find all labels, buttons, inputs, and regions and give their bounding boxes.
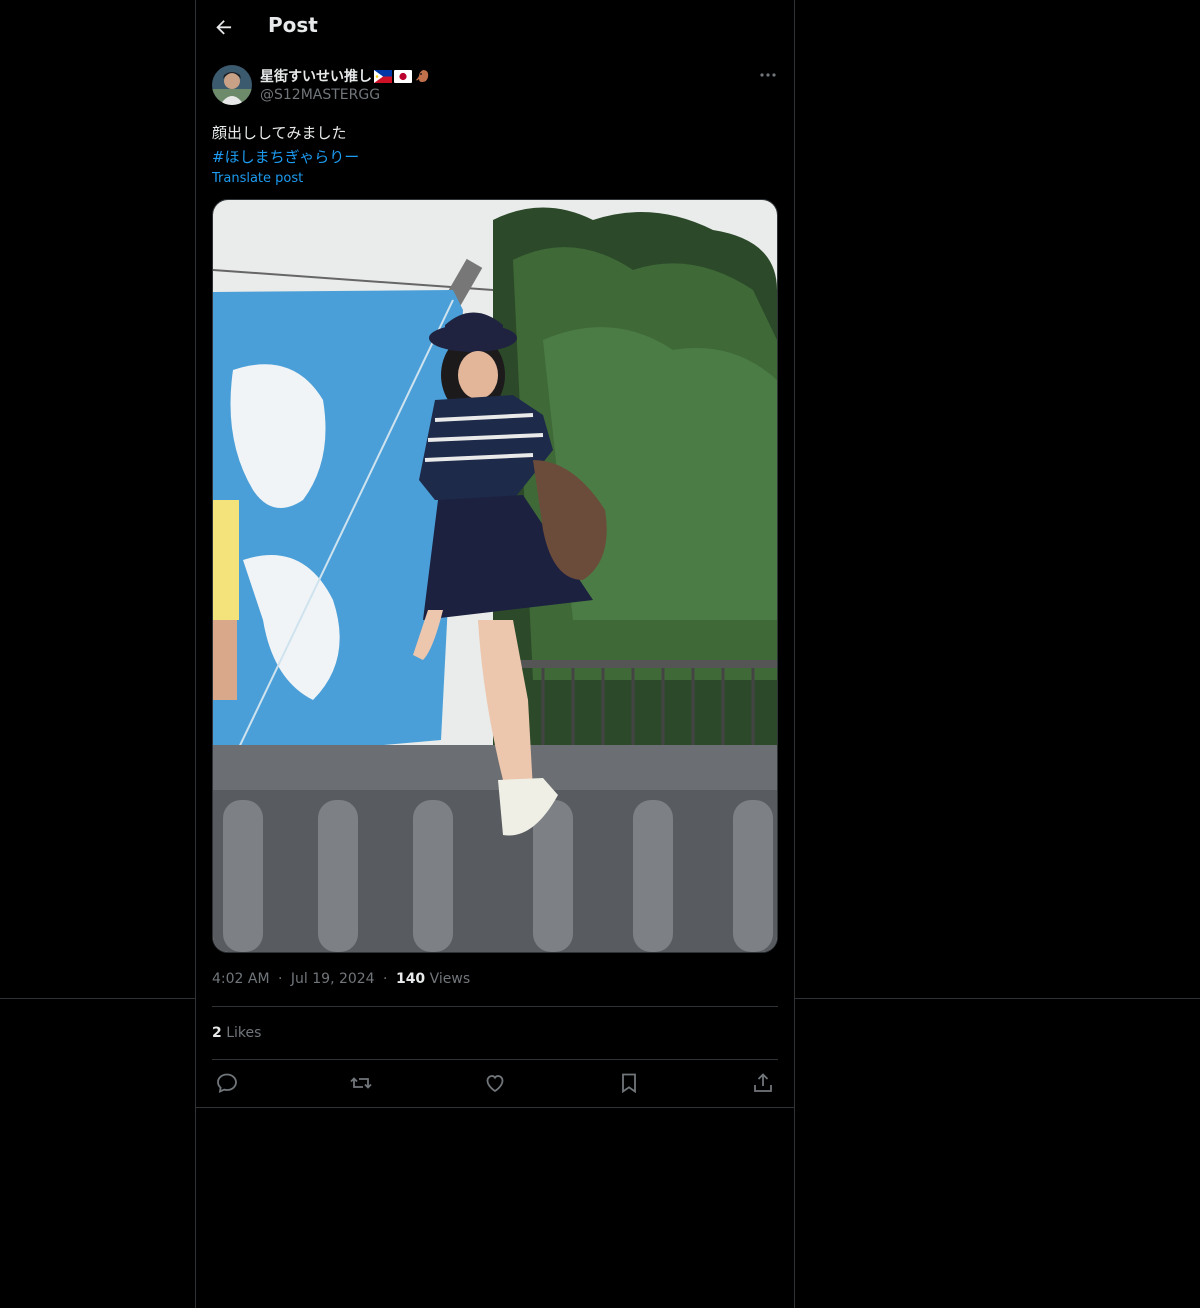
back-button[interactable] <box>212 15 236 39</box>
repost-icon <box>350 1077 372 1089</box>
post-meta: 4:02 AM · Jul 19, 2024 · 140 Views <box>212 971 470 987</box>
more-horizontal-icon <box>760 73 776 77</box>
arrow-left-icon <box>216 20 232 35</box>
hashtag-link[interactable]: #ほしまちぎゃらりー <box>212 145 359 169</box>
divider <box>0 998 196 999</box>
divider <box>795 998 1200 999</box>
post-body: 顔出ししてみました <box>212 124 347 142</box>
heart-icon <box>486 1075 504 1093</box>
divider <box>212 1006 778 1007</box>
likes-count-link[interactable]: 2 Likes <box>212 1025 261 1041</box>
share-icon <box>754 1073 772 1092</box>
like-button[interactable] <box>483 1071 507 1095</box>
likes-label: Likes <box>226 1025 262 1041</box>
likes-count: 2 <box>212 1025 222 1041</box>
reply-button[interactable] <box>215 1071 239 1095</box>
meta-separator: · <box>383 971 388 987</box>
page-title: Post <box>268 13 318 37</box>
philippines-flag-icon <box>374 69 392 83</box>
squirrel-emoji-icon <box>416 70 429 82</box>
more-button[interactable] <box>756 64 780 88</box>
divider <box>196 1107 794 1108</box>
author-handle[interactable]: @S12MASTERGG <box>260 87 380 103</box>
post-date[interactable]: Jul 19, 2024 <box>291 971 375 987</box>
page-header: Post <box>196 0 794 54</box>
author-display-name[interactable]: 星街すいせい推し <box>260 66 372 86</box>
japan-flag-icon <box>394 69 412 83</box>
author-name-row[interactable]: 星街すいせい推し <box>260 66 430 86</box>
right-column-border <box>794 0 795 1308</box>
post-text: 顔出ししてみました #ほしまちぎゃらりー <box>212 121 359 169</box>
share-button[interactable] <box>751 1071 775 1095</box>
meta-separator: · <box>278 971 283 987</box>
bookmark-button[interactable] <box>617 1071 641 1095</box>
left-column-border <box>195 0 196 1308</box>
post-image[interactable] <box>212 199 778 953</box>
avatar[interactable] <box>212 65 252 105</box>
divider <box>212 1059 778 1060</box>
post-photo <box>213 200 777 952</box>
translate-post-link[interactable]: Translate post <box>212 171 303 186</box>
views-count: 140 <box>395 971 426 987</box>
repost-button[interactable] <box>349 1071 373 1095</box>
bookmark-icon <box>622 1073 636 1094</box>
reply-icon <box>217 1073 237 1093</box>
post-time[interactable]: 4:02 AM <box>212 971 270 987</box>
post-page: Post 星街すいせい推し @S12MASTERGG 顔出ししてみました #ほし… <box>0 0 1200 1308</box>
views-label: Views <box>429 971 471 987</box>
